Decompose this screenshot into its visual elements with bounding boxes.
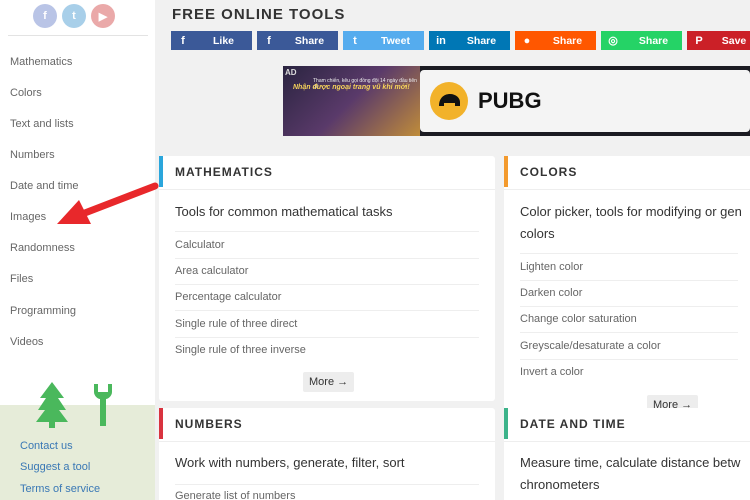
divider — [175, 231, 479, 232]
divider — [504, 441, 750, 442]
facebook-icon: f — [267, 34, 271, 47]
card-mathematics: MATHEMATICS Tools for common mathematica… — [159, 156, 495, 401]
card-description-line-2: colors — [520, 226, 555, 241]
reddit-icon: ● — [523, 34, 531, 47]
whatsapp-icon: ◎ — [608, 35, 618, 47]
twitter-icon: t — [353, 34, 357, 47]
tool-link-percentage-calculator[interactable]: Percentage calculator — [175, 291, 281, 303]
card-accent — [159, 408, 163, 439]
facebook-like-button[interactable]: f Like — [171, 31, 252, 50]
divider — [520, 332, 738, 333]
tool-link-rule-of-three-direct[interactable]: Single rule of three direct — [175, 318, 297, 330]
tool-link-rule-of-three-inverse[interactable]: Single rule of three inverse — [175, 344, 306, 356]
card-description-line-2: chronometers — [520, 477, 600, 492]
page-title: FREE ONLINE TOOLS — [172, 6, 346, 23]
linkedin-icon: in — [436, 34, 446, 47]
suggest-a-tool-link[interactable]: Suggest a tool — [20, 461, 90, 473]
divider — [520, 306, 738, 307]
terms-of-service-link[interactable]: Terms of service — [20, 483, 100, 495]
pubg-logo-icon — [430, 82, 468, 120]
sidebar-item-mathematics[interactable]: Mathematics — [10, 56, 72, 68]
tool-link-generate-list-of-numbers[interactable]: Generate list of numbers — [175, 490, 295, 500]
pinterest-icon: P — [695, 34, 703, 47]
sidebar-item-randomness[interactable]: Randomness — [10, 242, 75, 254]
card-date-and-time: DATE AND TIME Measure time, calculate di… — [504, 408, 750, 500]
facebook-icon: f — [181, 34, 185, 47]
card-numbers: NUMBERS Work with numbers, generate, fil… — [159, 408, 495, 500]
twitter-icon[interactable]: t — [62, 4, 86, 28]
card-description-line-1: Color picker, tools for modifying or gen — [520, 204, 742, 219]
tool-link-greyscale[interactable]: Greyscale/desaturate a color — [520, 340, 661, 352]
card-description: Work with numbers, generate, filter, sor… — [175, 455, 405, 470]
divider — [175, 337, 479, 338]
divider — [520, 359, 738, 360]
card-title[interactable]: DATE AND TIME — [520, 417, 626, 431]
tool-link-lighten-color[interactable]: Lighten color — [520, 261, 583, 273]
tool-link-area-calculator[interactable]: Area calculator — [175, 265, 248, 277]
sidebar-item-images[interactable]: Images — [10, 211, 46, 223]
reddit-share-button[interactable]: ● Share — [515, 31, 596, 50]
youtube-icon[interactable]: ▶ — [91, 4, 115, 28]
card-title[interactable]: MATHEMATICS — [175, 165, 273, 179]
social-links: f t ▶ — [33, 4, 115, 28]
wrench-icon — [94, 384, 112, 426]
divider — [8, 35, 148, 36]
tool-link-invert-color[interactable]: Invert a color — [520, 366, 584, 378]
card-description-line-1: Measure time, calculate distance betw — [520, 455, 741, 470]
divider — [175, 310, 479, 311]
sidebar-footer: Contact us Suggest a tool Terms of servi… — [0, 405, 155, 500]
tool-link-change-saturation[interactable]: Change color saturation — [520, 313, 637, 325]
divider — [520, 253, 738, 254]
main-content: FREE ONLINE TOOLS f Like f Share t Tweet in… — [155, 0, 750, 500]
tool-link-darken-color[interactable]: Darken color — [520, 287, 582, 299]
card-description: Tools for common mathematical tasks — [175, 204, 393, 219]
ad-badge: AD — [285, 68, 297, 77]
advertisement-banner[interactable]: Tham chiến, kêu gọi đồng đội 14 ngày đầu… — [283, 66, 750, 136]
divider — [175, 484, 479, 485]
sidebar-item-files[interactable]: Files — [10, 273, 33, 285]
facebook-share-button[interactable]: f Share — [257, 31, 338, 50]
sidebar-item-text-and-lists[interactable]: Text and lists — [10, 118, 74, 130]
facebook-icon[interactable]: f — [33, 4, 57, 28]
card-accent — [504, 408, 508, 439]
whatsapp-share-button[interactable]: ◎ Share — [601, 31, 682, 50]
twitter-tweet-button[interactable]: t Tweet — [343, 31, 424, 50]
ad-brand-name: PUBG — [478, 88, 542, 113]
pinterest-save-button[interactable]: P Save — [687, 31, 750, 50]
sidebar-item-numbers[interactable]: Numbers — [10, 149, 55, 161]
card-title[interactable]: COLORS — [520, 165, 577, 179]
card-accent — [504, 156, 508, 187]
sidebar-item-videos[interactable]: Videos — [10, 336, 43, 348]
red-arrow-annotation — [57, 182, 159, 224]
divider — [159, 189, 495, 190]
tree-icon — [36, 382, 68, 428]
sidebar-item-colors[interactable]: Colors — [10, 87, 42, 99]
more-button[interactable]: More → — [303, 372, 355, 392]
divider — [159, 441, 495, 442]
sidebar-item-programming[interactable]: Programming — [10, 305, 76, 317]
linkedin-share-button[interactable]: in Share — [429, 31, 510, 50]
divider — [175, 258, 479, 259]
divider — [520, 280, 738, 281]
ad-artwork: Tham chiến, kêu gọi đồng đội 14 ngày đầu… — [283, 66, 420, 136]
sidebar: f t ▶ Mathematics Colors Text and lists … — [0, 0, 155, 500]
ad-headline: Nhận được ngoại trang vũ khí mới! — [293, 84, 410, 91]
card-title[interactable]: NUMBERS — [175, 417, 243, 431]
card-colors: COLORS Color picker, tools for modifying… — [504, 156, 750, 415]
divider — [504, 189, 750, 190]
tool-link-calculator[interactable]: Calculator — [175, 239, 225, 251]
contact-us-link[interactable]: Contact us — [20, 440, 73, 452]
divider — [175, 284, 479, 285]
ad-brand-panel: PUBG — [420, 70, 750, 132]
